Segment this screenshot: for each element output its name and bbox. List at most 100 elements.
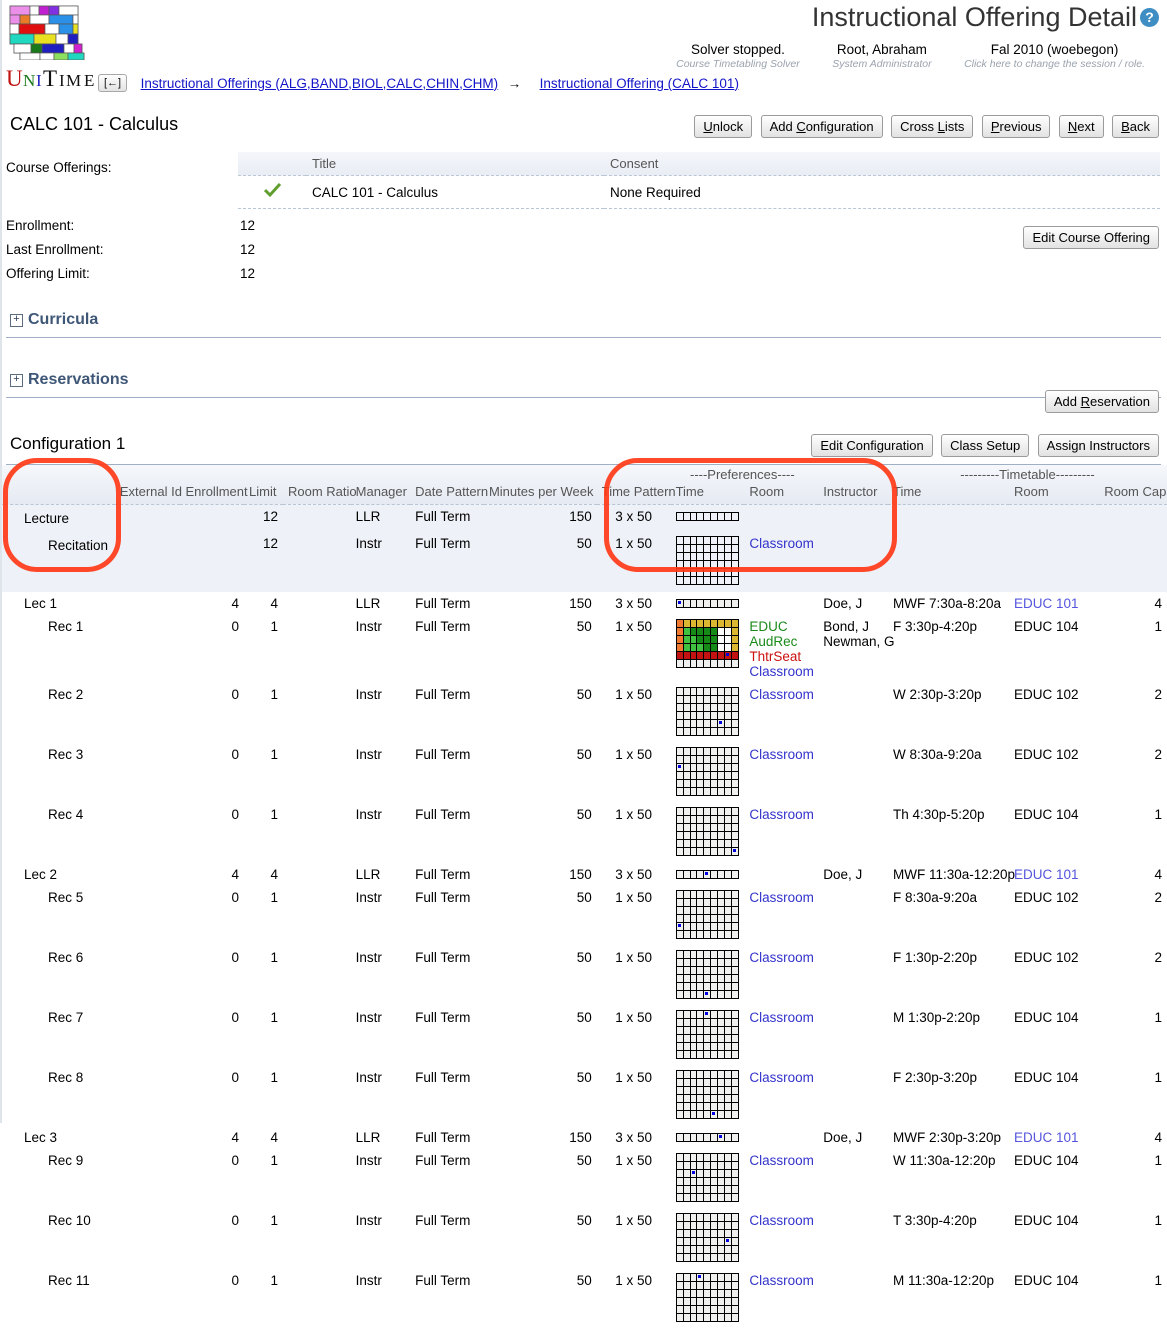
time-preference-grid[interactable] [675,950,740,1000]
col-pref-instructor[interactable]: Instructor [818,482,888,506]
time-preference-grid[interactable] [675,1273,740,1323]
time-preference-grid[interactable] [675,890,740,940]
class-pref-room[interactable]: Classroom [744,1066,818,1126]
class-pref-time[interactable] [671,615,745,683]
class-pref-room[interactable]: Classroom [744,1269,818,1329]
class-pref-room[interactable]: Classroom [744,683,818,743]
class-pref-room[interactable]: EDUC AudRec ThtrSeat Classroom [744,615,818,683]
col-manager[interactable]: Manager [350,482,411,506]
back-button[interactable]: Back [1112,115,1159,138]
col-enrollment[interactable]: Enrollment [180,482,248,506]
back-arrow-button[interactable]: [←] [98,74,128,92]
subpart-pref-time[interactable] [670,532,745,593]
time-preference-grid[interactable] [675,1010,740,1060]
class-row[interactable]: Rec 11 0 1 Instr Full Term 50 1 x 50 Classroom M… [0,1269,1167,1329]
class-pref-room[interactable] [744,863,818,886]
reservations-header[interactable]: + Reservations [0,368,1167,393]
col-room-ratio[interactable]: Room Ratio [282,482,357,506]
class-row[interactable]: Rec 8 0 1 Instr Full Term 50 1 x 50 Classroom F … [0,1066,1167,1126]
breadcrumb-link-offering[interactable]: Instructional Offering (CALC 101) [540,76,739,91]
class-pref-room[interactable]: Classroom [744,1006,818,1066]
next-button[interactable]: Next [1058,115,1104,138]
edit-course-offering-button[interactable]: Edit Course Offering [1023,226,1159,249]
class-name[interactable]: Rec 6 [0,946,115,1006]
time-preference-grid[interactable] [675,1133,740,1143]
room-preference-blue[interactable]: Classroom [749,687,814,702]
class-name[interactable]: Rec 3 [0,743,115,803]
class-pref-time[interactable] [671,743,745,803]
time-preference-grid[interactable] [675,1213,740,1263]
subpart-pref-time[interactable] [670,504,745,533]
time-preference-grid[interactable] [675,599,740,609]
solver-status[interactable]: Solver stopped. Course Timetabling Solve… [662,42,814,70]
time-preference-grid[interactable] [675,870,740,880]
edit-configuration-button[interactable]: Edit Configuration [811,434,933,458]
cross-lists-button[interactable]: Cross Lists [891,115,974,138]
class-name[interactable]: Rec 5 [0,886,115,946]
class-name[interactable]: Rec 2 [0,683,115,743]
add-reservation-button[interactable]: Add Reservation [1044,390,1159,414]
class-name[interactable]: Rec 4 [0,803,115,863]
time-preference-grid[interactable] [675,619,740,669]
col-pref-time[interactable]: Time [670,482,745,506]
previous-button[interactable]: Previous [981,115,1051,138]
curricula-title[interactable]: Curricula [28,311,98,329]
col-limit[interactable]: Limit [244,482,283,506]
class-name[interactable]: Lec 3 [0,1126,115,1149]
expand-icon[interactable]: + [10,313,23,327]
class-row[interactable]: Rec 3 0 1 Instr Full Term 50 1 x 50 Classroom W … [0,743,1167,803]
time-preference-grid[interactable] [675,1153,740,1203]
breadcrumb-link-offerings[interactable]: Instructional Offerings (ALG,BAND,BIOL,C… [141,76,499,91]
class-pref-room[interactable]: Classroom [744,803,818,863]
expand-icon[interactable]: + [10,373,23,387]
class-setup-button[interactable]: Class Setup [941,434,1030,458]
room-preference-blue[interactable]: Classroom [749,890,814,905]
class-pref-room[interactable]: Classroom [744,946,818,1006]
reservations-title[interactable]: Reservations [28,371,129,389]
class-pref-time[interactable] [671,946,745,1006]
class-name[interactable]: Rec 10 [0,1209,115,1269]
class-name[interactable]: Rec 1 [0,615,115,683]
time-preference-grid[interactable] [675,536,740,586]
class-name[interactable]: Rec 11 [0,1269,115,1329]
class-pref-time[interactable] [671,1006,745,1066]
class-row[interactable]: Rec 1 0 1 Instr Full Term 50 1 x 50 EDUC AudRec T… [0,615,1167,683]
user-status[interactable]: Root, Abraham System Administrator [818,42,945,70]
room-preference-blue[interactable]: Classroom [749,807,814,822]
class-pref-time[interactable] [671,1149,745,1209]
assign-instructors-button[interactable]: Assign Instructors [1037,434,1159,458]
col-minutes-per-week[interactable]: Minutes per Week [483,482,597,506]
class-pref-time[interactable] [671,863,745,886]
class-row[interactable]: Lec 1 4 4 LLR Full Term 150 3 x 50 Doe, J MWF 7:… [0,592,1167,615]
class-row[interactable]: Rec 7 0 1 Instr Full Term 50 1 x 50 Classroom M … [0,1006,1167,1066]
class-row[interactable]: Rec 4 0 1 Instr Full Term 50 1 x 50 Classroom Th… [0,803,1167,863]
add-configuration-button[interactable]: Add Configuration [760,115,883,138]
class-row[interactable]: Rec 2 0 1 Instr Full Term 50 1 x 50 Classroom W … [0,683,1167,743]
col-tt-time[interactable]: Time [887,482,1009,506]
class-pref-room[interactable] [744,1126,818,1149]
subpart-row[interactable]: Lecture 12 LLR Full Term 150 3 x 50 [0,504,1167,533]
room-preference-blue[interactable]: Classroom [749,950,814,965]
unlock-button[interactable]: Unlock [694,115,753,138]
room-preference-blue[interactable]: Classroom [749,1070,814,1085]
class-pref-time[interactable] [671,1126,745,1149]
help-icon[interactable]: ? [1140,8,1159,27]
curricula-header[interactable]: + Curricula [0,308,1167,333]
class-pref-time[interactable] [671,886,745,946]
table-row[interactable]: CALC 101 - Calculus None Required [238,175,1160,209]
class-pref-time[interactable] [671,592,745,615]
class-pref-time[interactable] [671,1209,745,1269]
col-tt-room[interactable]: Room [1008,482,1100,506]
class-name[interactable]: Rec 7 [0,1006,115,1066]
class-tt-room[interactable]: EDUC 101 [1009,863,1099,886]
unitime-logo[interactable]: U N I T I M E [6,4,102,96]
class-row[interactable]: Lec 2 4 4 LLR Full Term 150 3 x 50 Doe, J MWF 11… [0,863,1167,886]
class-name[interactable]: Lec 2 [0,863,115,886]
class-tt-room[interactable]: EDUC 101 [1009,1126,1099,1149]
room-link[interactable]: EDUC 101 [1014,1130,1079,1145]
session-status[interactable]: Fal 2010 (woebegon) Click here to change… [950,42,1159,70]
col-tt-room-cap[interactable]: Room Cap [1099,482,1167,506]
time-preference-grid[interactable] [675,747,740,797]
room-preference-blue[interactable]: Classroom [749,1153,814,1168]
class-pref-room[interactable]: Classroom [744,743,818,803]
